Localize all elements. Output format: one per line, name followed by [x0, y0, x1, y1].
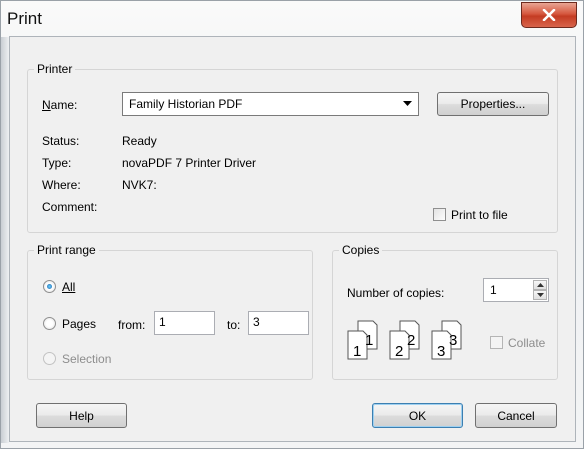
radio-selection[interactable]: [43, 352, 56, 365]
printer-group-label: Printer: [34, 62, 76, 76]
page-number-2a: 2: [395, 343, 404, 360]
name-label: Name:: [42, 98, 77, 112]
spin-down-button[interactable]: [533, 290, 547, 300]
printer-group: Printer Name: Family Historian PDF Prope…: [27, 62, 558, 233]
all-label-text: All: [62, 280, 76, 294]
printer-name-value: Family Historian PDF: [129, 97, 243, 111]
ok-button[interactable]: OK: [372, 403, 463, 428]
collate-label[interactable]: Collate: [508, 336, 545, 350]
printer-name-select[interactable]: Family Historian PDF: [122, 92, 419, 116]
from-input[interactable]: 1: [154, 311, 215, 335]
dialog-client-area: Printer Name: Family Historian PDF Prope…: [9, 36, 576, 442]
collate-checkbox[interactable]: [490, 336, 503, 349]
page-number-3a: 3: [437, 343, 446, 360]
close-button[interactable]: [521, 2, 577, 28]
comment-label: Comment:: [42, 200, 98, 214]
status-value: Ready: [122, 134, 157, 148]
page-number-1b: 1: [365, 332, 374, 349]
page-number-2b: 2: [407, 332, 416, 349]
name-label-accel: N: [42, 98, 51, 112]
page-number-1a: 1: [353, 343, 362, 360]
where-value: NVK7:: [122, 178, 157, 192]
print-to-file-label[interactable]: Print to file: [451, 208, 508, 222]
from-value: 1: [159, 315, 166, 329]
print-to-file-checkbox[interactable]: [433, 208, 446, 221]
status-label: Status:: [42, 134, 80, 148]
radio-all[interactable]: [43, 280, 56, 293]
chevron-down-icon: [403, 101, 412, 106]
spin-up-button[interactable]: [533, 280, 547, 290]
print-range-group-label: Print range: [34, 243, 99, 257]
copies-value: 1: [490, 283, 497, 297]
type-value: novaPDF 7 Printer Driver: [122, 156, 257, 170]
page-number-3b: 3: [449, 332, 458, 349]
arrow-down-icon: [536, 293, 544, 297]
to-value: 3: [253, 315, 260, 329]
properties-button-label: Properties...: [460, 97, 526, 111]
window-title: Print: [7, 9, 42, 28]
radio-pages[interactable]: [43, 317, 56, 330]
ok-button-label: OK: [408, 408, 427, 423]
print-dialog: Print Printer Name: Family Historian PDF…: [0, 0, 584, 449]
copies-group: Copies Number of copies: 1 1 1 2 2 3 3 C…: [332, 243, 558, 380]
properties-button[interactable]: Properties...: [437, 92, 549, 116]
where-label: Where:: [42, 178, 81, 192]
radio-pages-label[interactable]: Pages: [62, 317, 96, 331]
to-label: to:: [227, 318, 241, 332]
radio-all-label[interactable]: All: [62, 280, 75, 294]
type-label: Type:: [42, 156, 72, 170]
help-button[interactable]: Help: [36, 403, 127, 428]
from-label: from:: [118, 318, 146, 332]
radio-selection-label[interactable]: Selection: [62, 352, 111, 366]
close-icon: [542, 9, 556, 21]
cancel-button[interactable]: Cancel: [475, 403, 557, 428]
number-of-copies-label: Number of copies:: [347, 286, 445, 300]
name-label-rest: ame:: [50, 98, 78, 112]
copies-spinner[interactable]: 1: [483, 278, 549, 302]
window-edge: [1, 37, 9, 443]
to-input[interactable]: 3: [248, 311, 309, 335]
help-button-label: Help: [69, 408, 94, 423]
cancel-button-label: Cancel: [497, 408, 535, 423]
arrow-up-icon: [536, 283, 544, 287]
copies-group-label: Copies: [339, 243, 383, 257]
print-range-group: Print range All Pages from: 1 to: 3 Sele…: [27, 243, 313, 380]
